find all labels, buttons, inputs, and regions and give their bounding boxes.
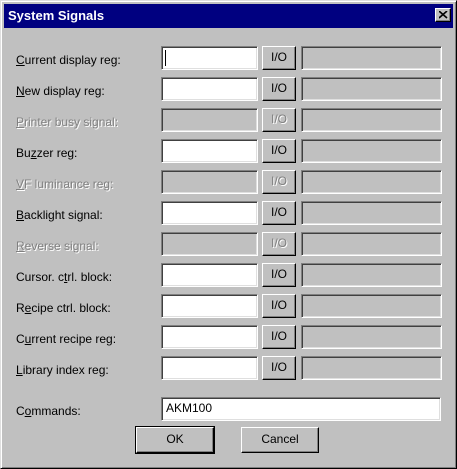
- io-address-display: [301, 108, 442, 132]
- signal-register-field[interactable]: [161, 77, 258, 101]
- signal-label: Buzzer reg:: [16, 146, 78, 160]
- io-address-display: [301, 263, 442, 287]
- io-button[interactable]: I/O: [262, 139, 296, 163]
- signal-label: Recipe ctrl. block:: [16, 301, 111, 315]
- signal-label: Cursor. ctrl. block:: [16, 270, 113, 284]
- io-button[interactable]: I/O: [262, 294, 296, 318]
- io-button: I/O: [262, 170, 296, 194]
- signal-label: Reverse signal:: [16, 239, 99, 253]
- signal-label: Backlight signal:: [16, 208, 103, 222]
- io-address-display: [301, 139, 442, 163]
- io-address-display: [301, 201, 442, 225]
- commands-label: Commands:: [16, 404, 81, 418]
- io-button[interactable]: I/O: [262, 77, 296, 101]
- signal-register-field[interactable]: [161, 201, 258, 225]
- dialog-title: System Signals: [8, 8, 105, 23]
- text-caret: [165, 50, 166, 66]
- signal-label: Current display reg:: [16, 53, 121, 67]
- signal-register-field: [161, 170, 258, 194]
- signal-label: Current recipe reg:: [16, 332, 117, 346]
- io-button: I/O: [262, 108, 296, 132]
- signal-register-field[interactable]: [161, 139, 258, 163]
- signal-register-field[interactable]: [161, 263, 258, 287]
- io-button[interactable]: I/O: [262, 46, 296, 70]
- title-bar: System Signals: [4, 4, 453, 28]
- close-icon: [439, 11, 448, 19]
- commands-field[interactable]: AKM100: [161, 397, 441, 421]
- io-button: I/O: [262, 232, 296, 256]
- close-button[interactable]: [435, 8, 451, 22]
- io-address-display: [301, 294, 442, 318]
- io-address-display: [301, 170, 442, 194]
- io-button[interactable]: I/O: [262, 325, 296, 349]
- signal-register-field: [161, 108, 258, 132]
- cancel-button[interactable]: Cancel: [241, 427, 319, 453]
- io-address-display: [301, 356, 442, 380]
- ok-button[interactable]: OK: [135, 426, 215, 454]
- io-button[interactable]: I/O: [262, 356, 296, 380]
- signal-register-field[interactable]: [161, 294, 258, 318]
- signal-label: Printer busy signal:: [16, 115, 119, 129]
- signal-register-field[interactable]: [161, 325, 258, 349]
- io-address-display: [301, 325, 442, 349]
- io-button[interactable]: I/O: [262, 201, 296, 225]
- io-button[interactable]: I/O: [262, 263, 296, 287]
- signal-label: VF luminance reg:: [16, 177, 114, 191]
- system-signals-dialog: System Signals Current display reg: I/O Ne…: [0, 0, 457, 469]
- io-address-display: [301, 232, 442, 256]
- io-address-display: [301, 77, 442, 101]
- signal-label: Library index reg:: [16, 363, 109, 377]
- signal-label: New display reg:: [16, 84, 105, 98]
- signal-register-field: [161, 232, 258, 256]
- signal-register-field[interactable]: [161, 46, 258, 70]
- io-address-display: [301, 46, 442, 70]
- signal-register-field[interactable]: [161, 356, 258, 380]
